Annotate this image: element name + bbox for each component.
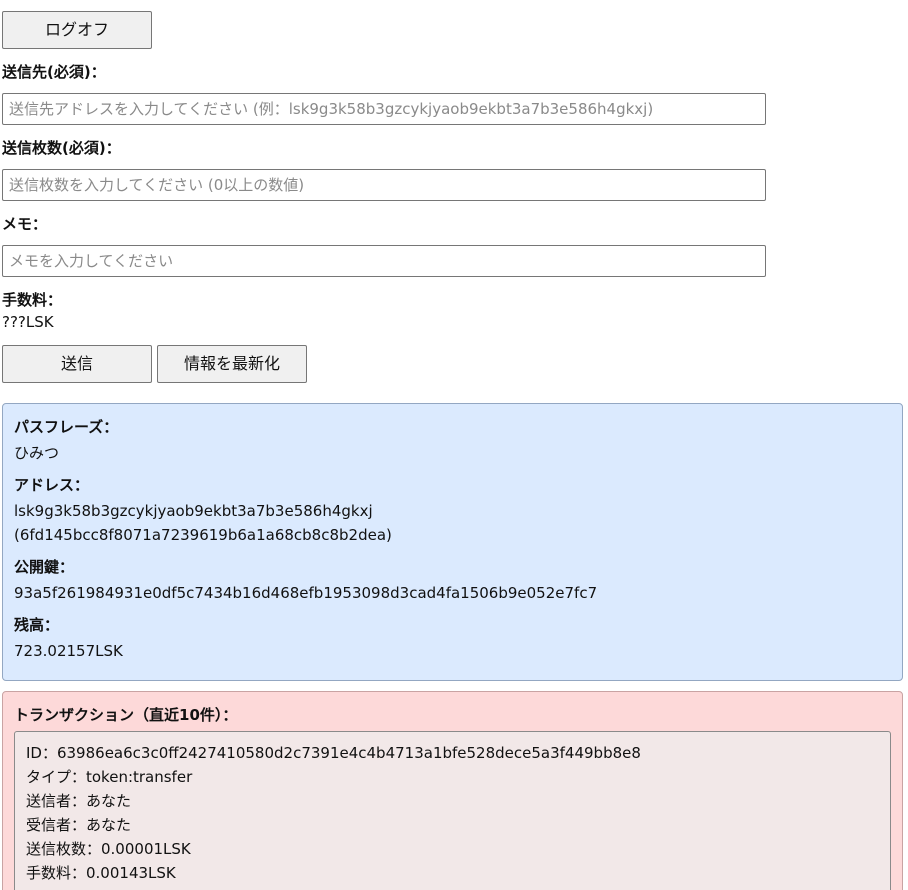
tx-type: タイプ：token:transfer [26,768,193,786]
tx-amount: 送信枚数：0.00001LSK [26,840,191,858]
tx-memo-partial: メ [26,885,879,890]
wallet-page: ログオフ 送信先(必須)： 送信枚数(必須)： メモ： 手数料： ???LSK … [0,0,908,890]
pubkey-value: 93a5f261984931e0df5c7434b16d468efb195309… [14,584,598,602]
transactions-title: トランザクション（直近10件）： [14,706,238,724]
amount-input[interactable] [2,169,766,201]
tx-id: ID：63986ea6c3c0ff2427410580d2c7391e4c4b4… [26,744,641,762]
send-button[interactable]: 送信 [2,345,152,383]
address-label: アドレス： [14,476,90,494]
recipient-label: 送信先(必須)： [2,63,106,81]
amount-label: 送信枚数(必須)： [2,139,121,157]
pubkey-label: 公開鍵： [14,558,75,576]
address-lisk32: lsk9g3k58b3gzcykjyaob9ekbt3a7b3e586h4gkx… [14,502,373,520]
balance-section: 残高： 723.02157LSK [14,614,123,663]
passphrase-label: パスフレーズ： [14,418,119,436]
logoff-button[interactable]: ログオフ [2,11,152,49]
memo-label: メモ： [2,215,48,233]
fee-value: ???LSK [2,313,54,331]
pubkey-section: 公開鍵： 93a5f261984931e0df5c7434b16d468efb1… [14,556,597,605]
address-hex: (6fd145bcc8f8071a7239619b6a1a68cb8c8b2de… [14,526,392,544]
memo-input[interactable] [2,245,766,277]
balance-value: 723.02157LSK [14,642,123,660]
account-info-panel: パスフレーズ： ひみつ アドレス： lsk9g3k58b3gzcykjyaob9… [2,403,903,681]
transactions-panel: トランザクション（直近10件）： ID：63986ea6c3c0ff242741… [2,691,903,890]
address-section: アドレス： lsk9g3k58b3gzcykjyaob9ekbt3a7b3e58… [14,474,392,547]
tx-fee: 手数料：0.00143LSK [26,864,176,882]
tx-recipient: 受信者：あなた [26,816,132,834]
passphrase-value: ひみつ [14,444,60,462]
transaction-item: ID：63986ea6c3c0ff2427410580d2c7391e4c4b4… [14,731,891,890]
balance-label: 残高： [14,616,60,634]
tx-sender: 送信者：あなた [26,792,132,810]
refresh-button[interactable]: 情報を最新化 [157,345,307,383]
recipient-input[interactable] [2,93,766,125]
fee-label: 手数料： [2,291,63,309]
passphrase-section: パスフレーズ： ひみつ [14,416,118,465]
